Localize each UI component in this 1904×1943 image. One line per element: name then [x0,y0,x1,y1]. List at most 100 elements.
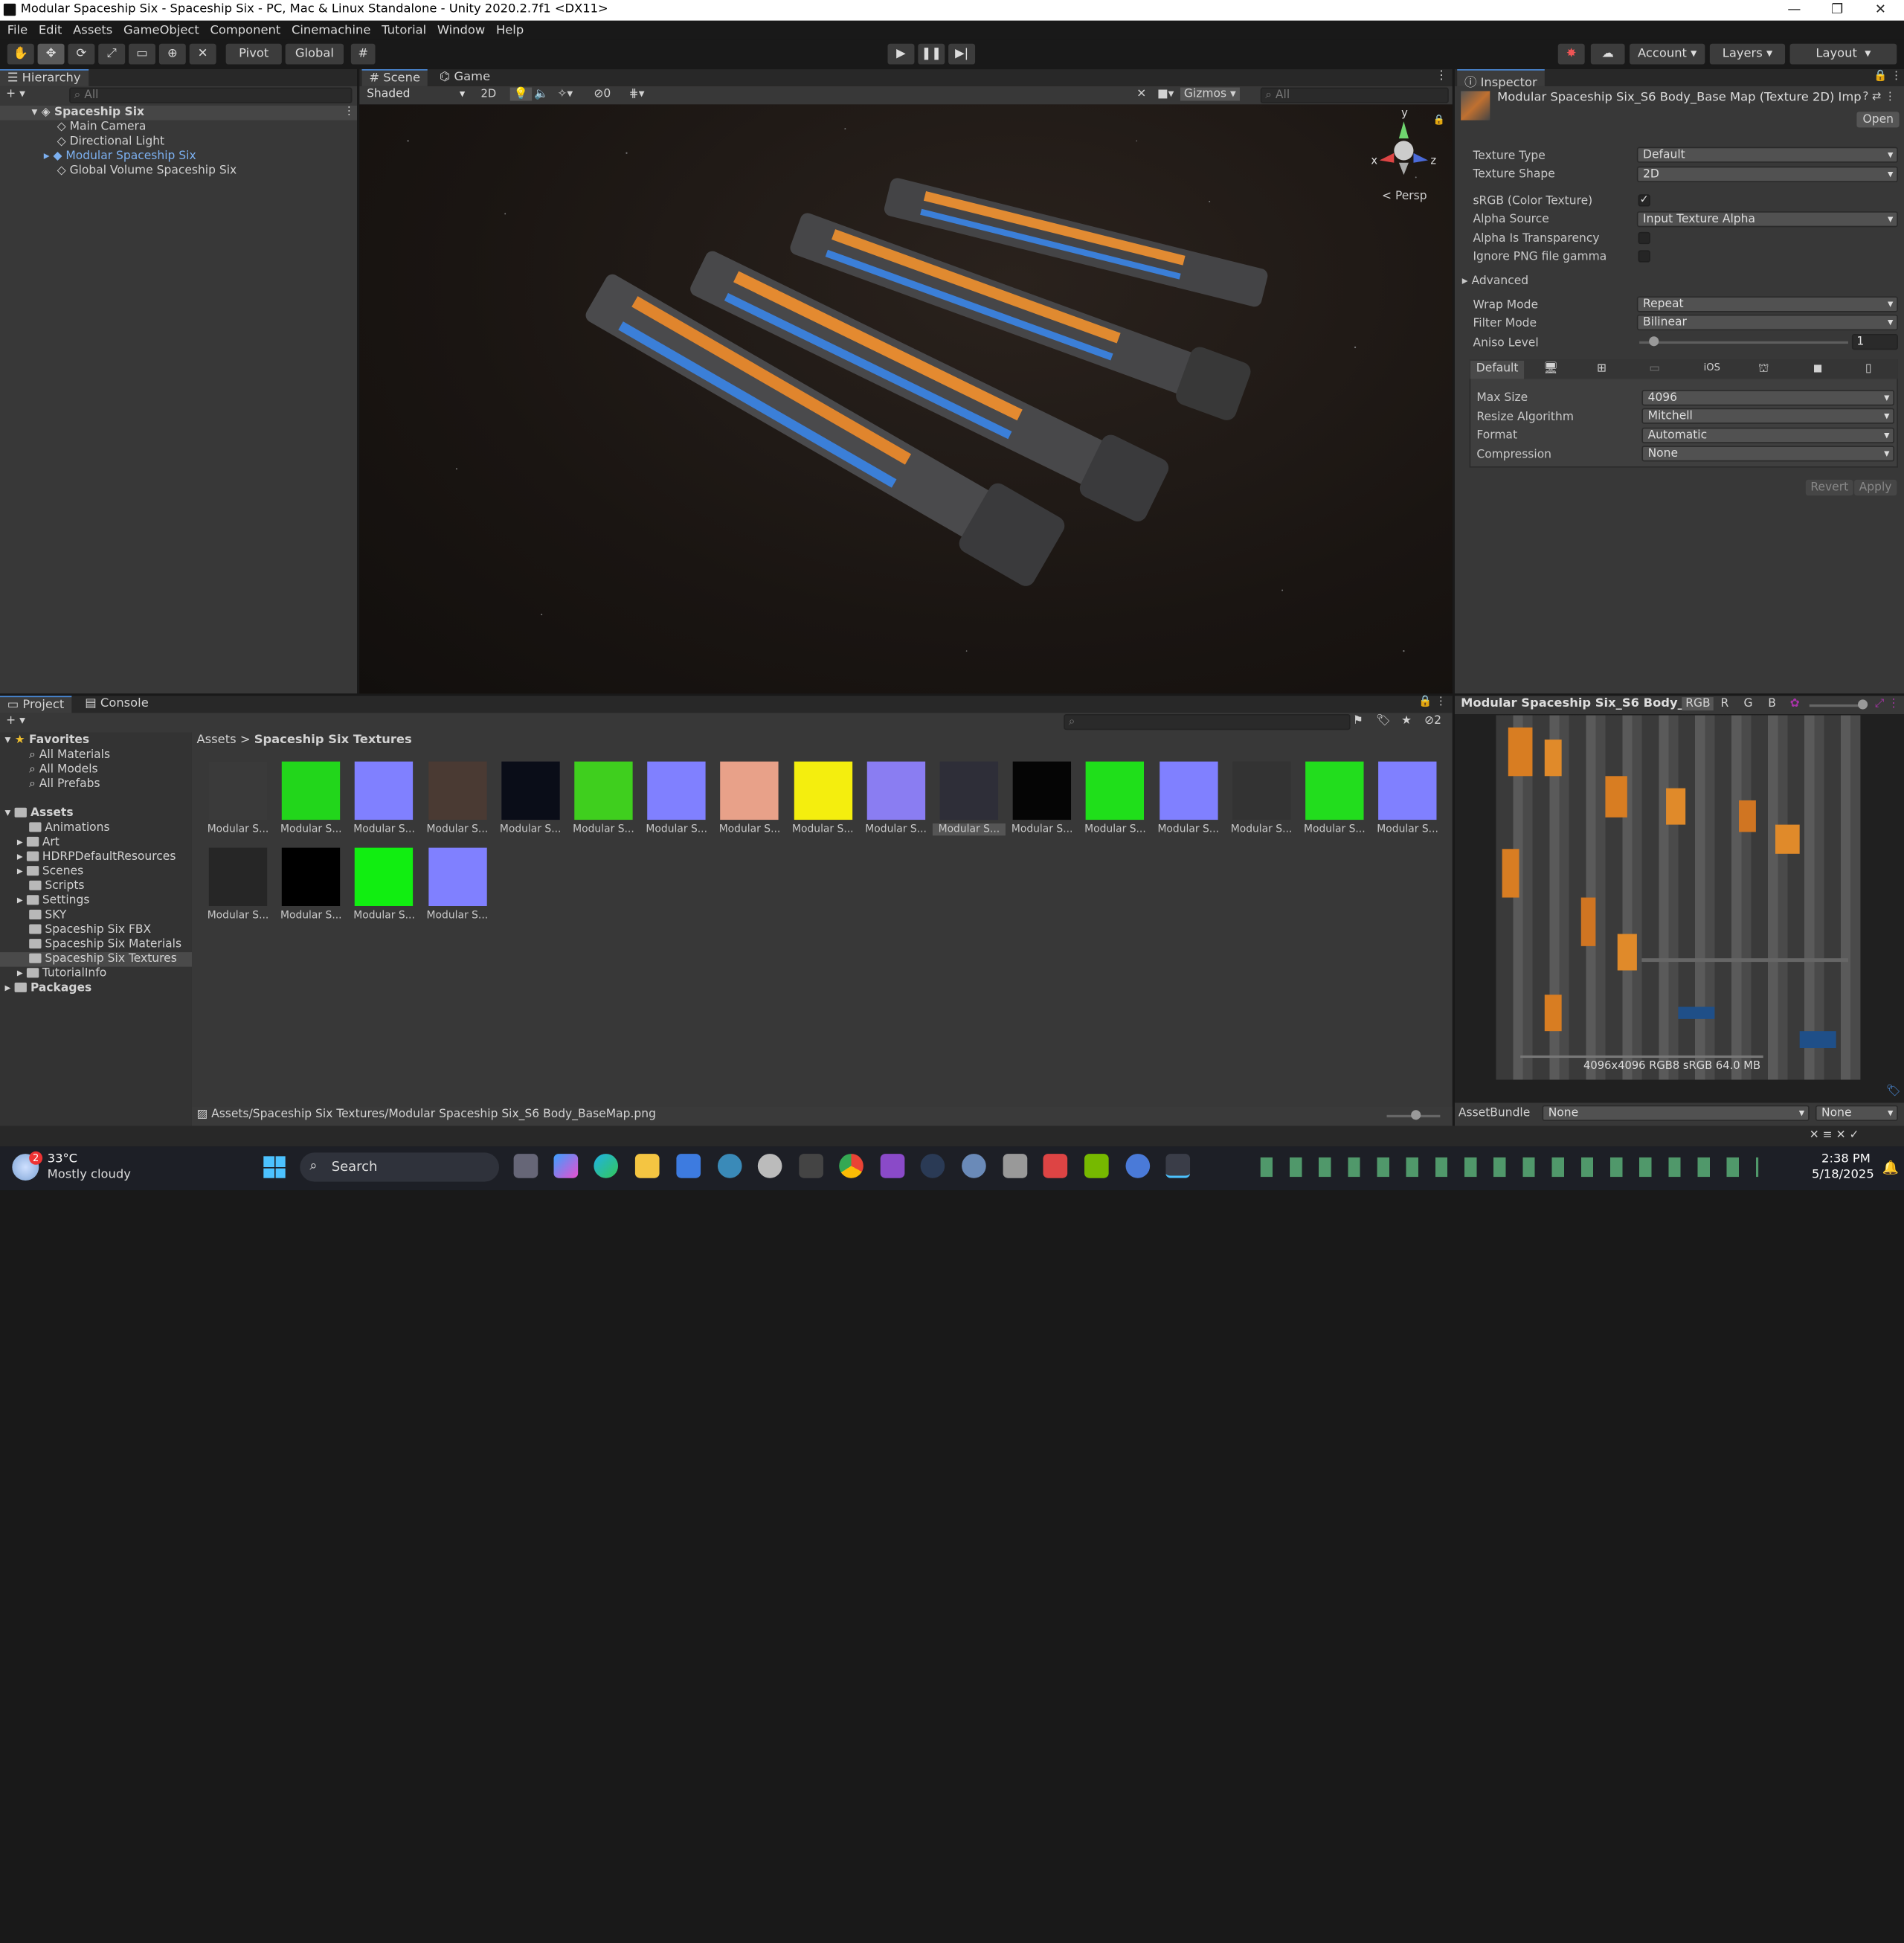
hidden-packages-icon[interactable]: ⊘2 [1424,714,1441,728]
favorite-star-icon[interactable]: ★ [1401,714,1412,728]
platform-tab-standalone-icon[interactable]: 🖥 [1543,362,1558,376]
task-view-icon[interactable] [513,1154,538,1178]
filter-label-icon[interactable]: 🏷 [1376,714,1391,728]
project-menu-icon[interactable]: 🔒 ⋮ [1418,696,1447,708]
folder-sky[interactable]: SKY [29,908,66,922]
notification-icon[interactable]: 🔔 [1882,1160,1899,1175]
rect-tool-icon[interactable]: ▭ [129,43,155,65]
folder-tutorialinfo[interactable]: ▸ TutorialInfo [17,967,106,980]
collab-icon[interactable]: ✸ [1557,43,1585,65]
open-button[interactable]: Open [1856,112,1900,128]
max-size-dropdown[interactable]: 4096 [1641,390,1895,406]
favorites-foldout[interactable]: ▾ ★ Favorites [5,733,90,747]
scene-options-icon[interactable]: ⋮ [344,106,355,118]
folder-hdrp[interactable]: ▸ HDRPDefaultResources [17,850,176,864]
lighting-toggle-icon[interactable]: 💡 [509,87,532,101]
favorite-all-materials[interactable]: ⌕ All Materials [29,748,110,762]
wrap-mode-dropdown[interactable]: Repeat [1636,296,1898,312]
taskbar-search[interactable]: ⌕ Search [300,1152,500,1182]
aniso-level-input[interactable]: 1 [1851,333,1898,350]
pivot-toggle[interactable]: Pivot [225,43,282,65]
texture-thumbnail[interactable] [1378,761,1437,820]
account-dropdown[interactable]: Account ▾ [1630,43,1705,65]
close-icon[interactable]: ✕ [1875,1,1886,17]
folder-settings[interactable]: ▸ Settings [17,894,90,908]
create-asset-button[interactable]: + ▾ [6,714,25,728]
grid-toggle-icon[interactable]: ⋕▾ [629,88,645,101]
hand-tool-icon[interactable]: ✋ [7,43,34,65]
shading-dropdown[interactable]: Shaded [361,87,469,103]
hierarchy-item-main-camera[interactable]: ◇ Main Camera [57,121,147,134]
clock-date[interactable]: 5/18/2025 [1812,1169,1874,1182]
app-icon-6[interactable] [1043,1154,1068,1178]
resize-algorithm-dropdown[interactable]: Mitchell [1641,408,1895,424]
channel-g-toggle[interactable]: G [1744,697,1753,710]
texture-thumbnail[interactable] [355,761,414,820]
app-icon-5[interactable] [1003,1154,1028,1178]
custom-tool-icon[interactable]: ✕ [189,43,216,65]
favorite-all-prefabs[interactable]: ⌕ All Prefabs [29,777,100,791]
alpha-toggle-icon[interactable]: ✿ [1790,697,1800,710]
hierarchy-item-spaceship[interactable]: ▸ ◆ Modular Spaceship Six [44,150,196,163]
tab-inspector[interactable]: ⓘ Inspector [1457,69,1545,90]
ignore-png-checkbox[interactable] [1638,250,1650,263]
folder-art[interactable]: ▸ Art [17,835,60,849]
texture-thumbnail[interactable] [1012,761,1072,820]
mip-slider[interactable] [1809,704,1865,707]
texture-thumbnail[interactable] [282,761,341,820]
aniso-slider-track[interactable] [1639,341,1848,344]
filter-mode-dropdown[interactable]: Bilinear [1636,314,1898,331]
platform-tab-console-icon[interactable]: ◼ [1813,362,1823,376]
breadcrumb-current[interactable]: Spaceship Six Textures [254,733,412,747]
audio-toggle-icon[interactable]: 🔈 [534,88,548,101]
filter-type-icon[interactable]: ⚑ [1353,714,1363,728]
aniso-slider-handle[interactable] [1649,336,1659,347]
system-tray-icons[interactable] [1260,1157,1759,1178]
texture-thumbnail[interactable] [1232,761,1291,820]
alienware-icon[interactable] [757,1154,782,1178]
start-button-icon[interactable] [263,1156,286,1178]
folder-animations[interactable]: Animations [29,821,110,835]
platform-tab-webgl-icon[interactable]: ▭ [1649,362,1660,376]
texture-shape-dropdown[interactable]: 2D [1636,166,1898,182]
platform-tab-other-icon[interactable]: ▯ [1865,362,1872,376]
platform-tab-android-icon[interactable]: ⛫ [1758,362,1769,377]
texture-thumbnail[interactable] [720,761,779,820]
mip-slider-handle[interactable] [1858,699,1868,710]
alpha-source-dropdown[interactable]: Input Texture Alpha [1636,211,1898,228]
assetbundle-dropdown[interactable]: None [1542,1105,1810,1121]
menu-file[interactable]: File [7,24,28,37]
persp-label[interactable]: < Persp [1382,190,1427,203]
store-icon[interactable] [676,1154,701,1178]
tab-hierarchy[interactable]: ☰ Hierarchy [0,69,89,86]
camera-dropdown-icon[interactable]: ■▾ [1157,88,1174,101]
folder-scenes[interactable]: ▸ Scenes [17,864,83,878]
effects-toggle-icon[interactable]: ✧▾ [557,88,573,101]
alpha-transparency-checkbox[interactable] [1638,231,1650,245]
cloud-icon[interactable]: ☁ [1590,43,1625,65]
texture-thumbnail[interactable] [208,847,268,906]
app-icon-2[interactable] [799,1154,823,1178]
hidden-objects-icon[interactable]: ⊘0 [594,88,611,101]
scene-orientation-gizmo[interactable] [1367,112,1440,196]
rotate-tool-icon[interactable]: ⟳ [68,43,95,65]
menu-component[interactable]: Component [210,24,280,37]
folder-materials[interactable]: Spaceship Six Materials [29,937,181,951]
gizmos-dropdown[interactable]: Gizmos ▾ [1180,87,1240,101]
menu-assets[interactable]: Assets [73,24,112,37]
texture-thumbnail[interactable] [501,761,560,820]
favorite-all-models[interactable]: ⌕ All Models [29,762,97,776]
inspector-header-icons[interactable]: ? ⇄ ⋮ [1863,91,1896,103]
layers-dropdown[interactable]: Layers ▾ [1709,43,1786,65]
layout-dropdown[interactable]: Layout ▾ [1789,43,1897,65]
edge-icon[interactable] [594,1154,619,1178]
format-dropdown[interactable]: Automatic [1641,427,1895,443]
lock-icon[interactable]: 🔒 [1433,114,1445,125]
scene-viewport[interactable]: y x z 🔒 < Persp [359,104,1453,694]
app-icon-1[interactable] [717,1154,742,1178]
assets-foldout[interactable]: ▾ Assets [5,806,74,820]
tools-toggle-icon[interactable]: ✕ [1136,88,1146,101]
channel-rgb-toggle[interactable]: RGB [1682,697,1714,711]
tab-console[interactable]: ▤ Console [85,697,148,710]
packages-foldout[interactable]: ▸ Packages [5,981,92,995]
